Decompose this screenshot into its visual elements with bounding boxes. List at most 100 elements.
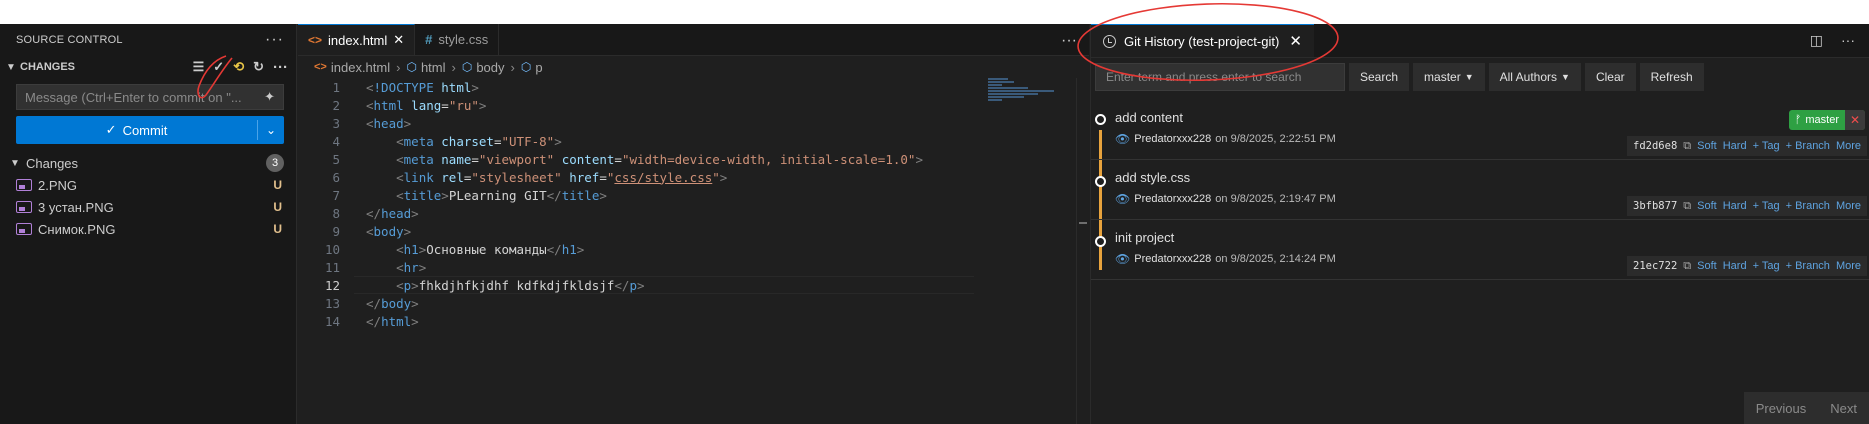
changes-group-header[interactable]: ▼ Changes 3	[0, 152, 296, 174]
commit-date: on 9/8/2025, 2:19:47 PM	[1215, 193, 1336, 205]
hard-reset-button[interactable]: Hard	[1723, 140, 1747, 152]
breadcrumb-item[interactable]: body	[476, 60, 504, 75]
view-as-tree-icon[interactable]: ☰	[193, 59, 205, 75]
soft-reset-button[interactable]: Soft	[1697, 200, 1717, 212]
add-branch-button[interactable]: + Branch	[1786, 260, 1830, 272]
source-control-title: SOURCE CONTROL	[16, 34, 123, 46]
code-area[interactable]: 1 <!DOCTYPE html> 2 <html lang="ru"> 3 <hea…	[298, 78, 1089, 330]
branch-dropdown[interactable]: master ▼	[1413, 63, 1485, 91]
chevron-down-icon: ▼	[6, 61, 16, 73]
add-branch-button[interactable]: + Branch	[1786, 200, 1830, 212]
delete-branch-icon[interactable]: ✕	[1845, 110, 1865, 130]
css-file-icon: #	[425, 32, 433, 47]
next-button[interactable]: Next	[1818, 392, 1869, 424]
commit-row[interactable]: init project 👁 Predatorxxx228 on 9/8/202…	[1091, 220, 1869, 280]
commit-check-icon[interactable]: ✓	[213, 59, 224, 75]
sparkle-icon[interactable]: ✦	[264, 89, 275, 105]
code-line: 2 <html lang="ru">	[332, 97, 487, 113]
code-line: 10 <h1>Основные команды</h1>	[324, 241, 585, 257]
hard-reset-button[interactable]: Hard	[1723, 260, 1747, 272]
changes-section-header[interactable]: ▼ CHANGES ☰ ✓ ⟲ ↻ ···	[0, 56, 296, 78]
eye-icon[interactable]: 👁	[1115, 252, 1130, 266]
add-tag-button[interactable]: + Tag	[1753, 140, 1780, 152]
soft-reset-button[interactable]: Soft	[1697, 260, 1717, 272]
more-actions-icon[interactable]: ···	[1841, 32, 1855, 49]
current-line-highlight	[354, 276, 974, 294]
editor-tabs: <> index.html ✕ # style.css ···	[298, 24, 1089, 56]
history-search-input[interactable]: Enter term and press enter to search	[1095, 63, 1345, 91]
breadcrumb-item[interactable]: index.html	[331, 60, 390, 75]
split-editor-icon[interactable]: ◫	[1810, 32, 1823, 49]
commit-meta: 👁 Predatorxxx228 on 9/8/2025, 2:19:47 PM	[1115, 192, 1336, 206]
more-button[interactable]: More	[1836, 140, 1861, 152]
git-history-tab-label: Git History (test-project-git)	[1124, 33, 1280, 49]
close-icon[interactable]: ✕	[393, 32, 404, 48]
element-icon: ⬡	[406, 60, 417, 74]
commit-actions: 3bfb877 ⧉ Soft Hard + Tag + Branch More	[1627, 196, 1867, 216]
code-editor: <> index.html ✕ # style.css ··· <> index…	[298, 24, 1089, 424]
commit-message-placeholder: Message (Ctrl+Enter to commit on "...	[25, 89, 242, 105]
hard-reset-button[interactable]: Hard	[1723, 200, 1747, 212]
authors-dropdown[interactable]: All Authors ▼	[1488, 63, 1581, 91]
eye-icon[interactable]: 👁	[1115, 132, 1130, 146]
commit-button[interactable]: ✓ Commit ⌄	[16, 116, 284, 144]
breadcrumb-item[interactable]: html	[421, 60, 446, 75]
add-tag-button[interactable]: + Tag	[1753, 200, 1780, 212]
add-branch-button[interactable]: + Branch	[1786, 140, 1830, 152]
close-icon[interactable]: ✕	[1289, 32, 1302, 50]
file-item[interactable]: Снимок.PNG U	[0, 218, 296, 240]
eye-icon[interactable]: 👁	[1115, 192, 1130, 206]
commit-row[interactable]: add content 👁 Predatorxxx228 on 9/8/2025…	[1091, 100, 1869, 160]
commit-actions: 21ec722 ⧉ Soft Hard + Tag + Branch More	[1627, 256, 1867, 276]
commit-hash: fd2d6e8	[1633, 140, 1678, 152]
copy-icon[interactable]: ⧉	[1683, 260, 1691, 273]
html-file-icon: <>	[314, 61, 327, 73]
breadcrumb-item[interactable]: p	[535, 60, 542, 75]
more-actions-icon[interactable]: ···	[1061, 32, 1077, 50]
file-status: U	[273, 200, 282, 214]
chevron-down-icon: ▼	[10, 157, 20, 169]
tab-style-css[interactable]: # style.css	[415, 24, 500, 55]
file-name: Снимок.PNG	[38, 221, 116, 237]
vertical-scrollbar[interactable]	[1076, 78, 1088, 424]
more-icon[interactable]: ···	[273, 59, 288, 76]
more-button[interactable]: More	[1836, 260, 1861, 272]
vscode-window: SOURCE CONTROL ··· ▼ CHANGES ☰ ✓ ⟲ ↻ ···…	[0, 24, 1869, 424]
previous-button[interactable]: Previous	[1743, 392, 1819, 424]
search-button[interactable]: Search	[1349, 63, 1410, 91]
tab-index-html[interactable]: <> index.html ✕	[298, 24, 416, 55]
more-actions-icon[interactable]: ···	[265, 31, 284, 49]
commit-main-button[interactable]: ✓ Commit	[16, 116, 257, 144]
git-history-toolbar: Enter term and press enter to search Sea…	[1091, 58, 1869, 96]
file-item[interactable]: 3 устан.PNG U	[0, 196, 296, 218]
add-tag-button[interactable]: + Tag	[1753, 260, 1780, 272]
commit-date: on 9/8/2025, 2:14:24 PM	[1215, 253, 1336, 265]
chevron-right-icon: ›	[451, 59, 456, 75]
file-item[interactable]: 2.PNG U	[0, 174, 296, 196]
source-control-sidebar: SOURCE CONTROL ··· ▼ CHANGES ☰ ✓ ⟲ ↻ ···…	[0, 24, 297, 424]
minimap[interactable]	[988, 78, 1058, 118]
commit-dropdown-icon[interactable]: ⌄	[258, 116, 284, 144]
code-line: 14 </html>	[324, 313, 419, 329]
commit-label: Commit	[122, 122, 168, 138]
branch-dropdown-label: master	[1424, 70, 1461, 84]
refresh-button[interactable]: Refresh	[1639, 63, 1704, 91]
code-line: 7 <title>PLearning GIT</title>	[332, 187, 607, 203]
element-icon: ⬡	[520, 60, 532, 74]
element-icon: ⬡	[461, 60, 473, 74]
branch-tag[interactable]: ᚠ master ✕	[1788, 110, 1865, 130]
tab-git-history[interactable]: Git History (test-project-git) ✕	[1091, 24, 1314, 57]
more-button[interactable]: More	[1836, 200, 1861, 212]
soft-reset-button[interactable]: Soft	[1697, 140, 1717, 152]
commit-actions: fd2d6e8 ⧉ Soft Hard + Tag + Branch More	[1627, 136, 1867, 156]
clear-button[interactable]: Clear	[1584, 63, 1636, 91]
commit-message-input[interactable]: Message (Ctrl+Enter to commit on "... ✦	[16, 84, 284, 110]
copy-icon[interactable]: ⧉	[1683, 140, 1691, 153]
refresh-icon[interactable]: ↻	[253, 59, 264, 75]
history-icon[interactable]: ⟲	[233, 59, 244, 75]
authors-dropdown-label: All Authors	[1499, 70, 1558, 84]
file-status: U	[273, 178, 282, 192]
commit-row[interactable]: add style.css 👁 Predatorxxx228 on 9/8/20…	[1091, 160, 1869, 220]
code-line: 1 <!DOCTYPE html>	[332, 79, 479, 95]
copy-icon[interactable]: ⧉	[1683, 200, 1691, 213]
